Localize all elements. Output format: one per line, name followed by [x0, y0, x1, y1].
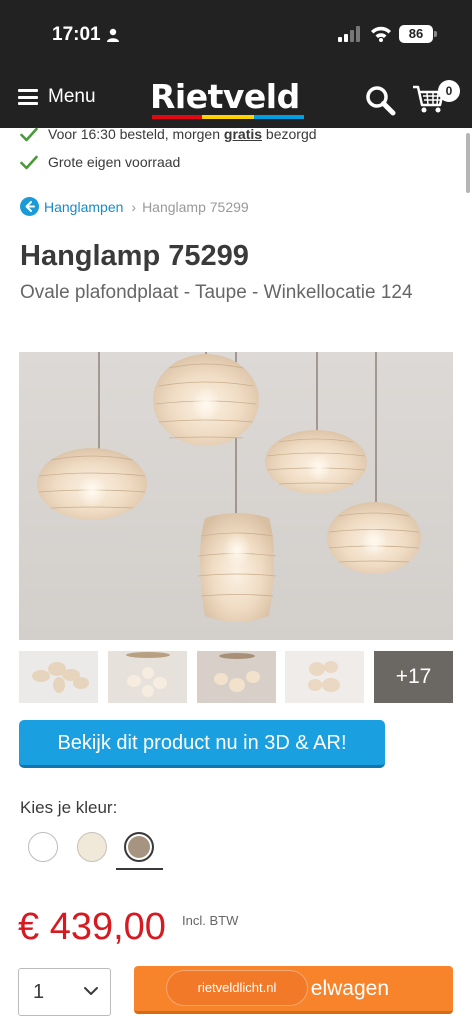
checkmark-icon — [20, 127, 38, 141]
view-3d-ar-button[interactable]: Bekijk dit product nu in 3D & AR! — [19, 720, 385, 768]
logo-text: Rietveld — [150, 77, 300, 116]
color-swatch-cream[interactable] — [77, 832, 107, 862]
thumbnail-image — [108, 651, 187, 703]
thumbnail-3[interactable] — [197, 651, 276, 703]
usp-stock-text: Grote eigen voorraad — [48, 154, 181, 170]
product-subtitle: Ovale plafondplaat - Taupe - Winkellocat… — [20, 282, 413, 303]
color-swatch-taupe[interactable] — [124, 832, 154, 862]
vat-note: Incl. BTW — [182, 913, 239, 928]
usp-text-bold: gratis — [223, 126, 263, 142]
thumbnail-image — [285, 651, 364, 703]
logo-stripe-blue — [254, 115, 304, 119]
usp-delivery: Voor 16:30 besteld, morgen gratis bezorg… — [20, 126, 317, 142]
color-swatch-white[interactable] — [28, 832, 58, 862]
back-arrow-icon[interactable] — [20, 197, 39, 216]
thumbnail-1[interactable] — [19, 651, 98, 703]
thumbnail-more-button[interactable]: +17 — [374, 651, 453, 703]
quantity-select[interactable]: 1 — [18, 968, 111, 1016]
menu-button[interactable]: Menu — [18, 86, 96, 108]
product-image[interactable] — [19, 352, 453, 640]
pendant-lamps-illustration — [37, 352, 421, 622]
thumbnail-2[interactable] — [108, 651, 187, 703]
quantity-value: 1 — [33, 981, 45, 1003]
selected-swatch-indicator — [116, 868, 163, 870]
cellular-signal-icon — [338, 26, 360, 42]
logo-stripe-red — [152, 115, 202, 119]
breadcrumb: Hanglampen › Hanglamp 75299 — [20, 197, 249, 216]
search-icon[interactable] — [364, 84, 396, 116]
usp-delivery-text: Voor 16:30 besteld, morgen gratis bezorg… — [48, 126, 317, 142]
color-label: Kies je kleur: — [20, 798, 118, 817]
thumbnail-image — [19, 651, 98, 703]
breadcrumb-current: Hanglamp 75299 — [142, 198, 249, 215]
person-icon — [107, 28, 119, 42]
thumbnail-image — [197, 651, 276, 703]
status-time: 17:01 — [52, 24, 101, 45]
product-price: € 439,00 — [18, 906, 166, 948]
wifi-icon — [371, 26, 391, 42]
usp-text-after: bezorgd — [262, 126, 317, 142]
menu-label: Menu — [48, 86, 96, 107]
usp-text-before: Voor 16:30 besteld, morgen — [48, 126, 224, 142]
cart-count-badge: 0 — [438, 80, 460, 102]
url-overlay[interactable]: rietveldlicht.nl — [166, 970, 308, 1006]
product-title: Hanglamp 75299 — [20, 240, 249, 272]
scrollbar[interactable] — [466, 133, 470, 193]
chevron-down-icon — [84, 987, 98, 995]
add-to-cart-label: elwagen — [310, 977, 389, 1000]
battery-tip — [434, 31, 437, 37]
hamburger-icon — [18, 89, 38, 105]
logo-stripe-yellow — [202, 115, 254, 119]
breadcrumb-link-hanglampen[interactable]: Hanglampen — [44, 199, 123, 215]
chevron-right-icon: › — [131, 198, 137, 215]
site-logo[interactable]: Rietveld — [150, 78, 306, 120]
battery-indicator: 86 — [399, 25, 433, 43]
thumbnail-4[interactable] — [285, 651, 364, 703]
checkmark-icon — [20, 155, 38, 169]
site-header: Menu Rietveld — [0, 70, 472, 128]
usp-stock: Grote eigen voorraad — [20, 154, 180, 170]
status-bar: 17:01 86 — [0, 0, 472, 70]
